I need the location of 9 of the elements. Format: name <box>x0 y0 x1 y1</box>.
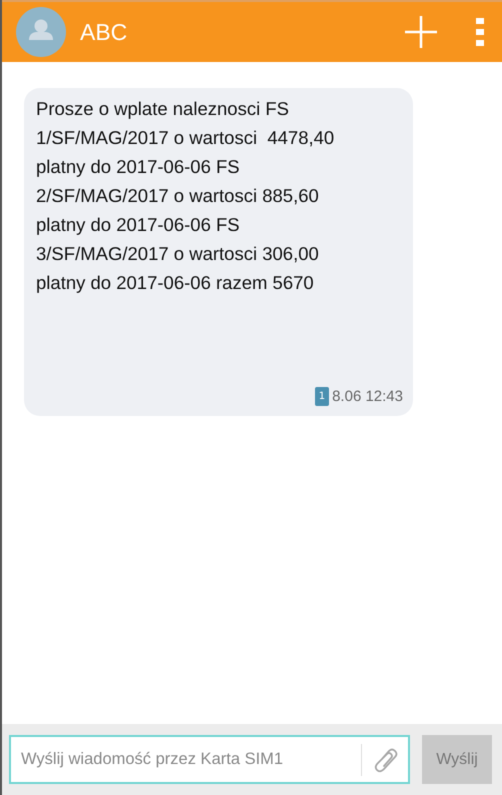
contact-name: ABC <box>80 18 128 46</box>
add-icon[interactable] <box>404 15 438 49</box>
message-text: Prosze o wplate naleznosci FS 1/SF/MAG/2017 o wartosci 4478,40 platny do 2017-06-06 FS 2/SF/MAG/2017 o wartosci 885,60 platny do 2017-06-06 FS 3/SF/MAG/2017 o wartosci 306,00 platny do 2017-06-06 razem 5670 <box>36 97 336 295</box>
message-box[interactable]: Wyślij wiadomość przez Karta SIM1 <box>9 735 410 784</box>
avatar-icon[interactable] <box>16 7 66 57</box>
message-input-field[interactable]: Wyślij wiadomość przez Karta SIM1 <box>11 750 361 769</box>
message-time: 8.06 12:43 <box>332 388 403 405</box>
more-options-icon[interactable] <box>476 18 484 46</box>
sim-badge: 1 <box>314 387 330 406</box>
